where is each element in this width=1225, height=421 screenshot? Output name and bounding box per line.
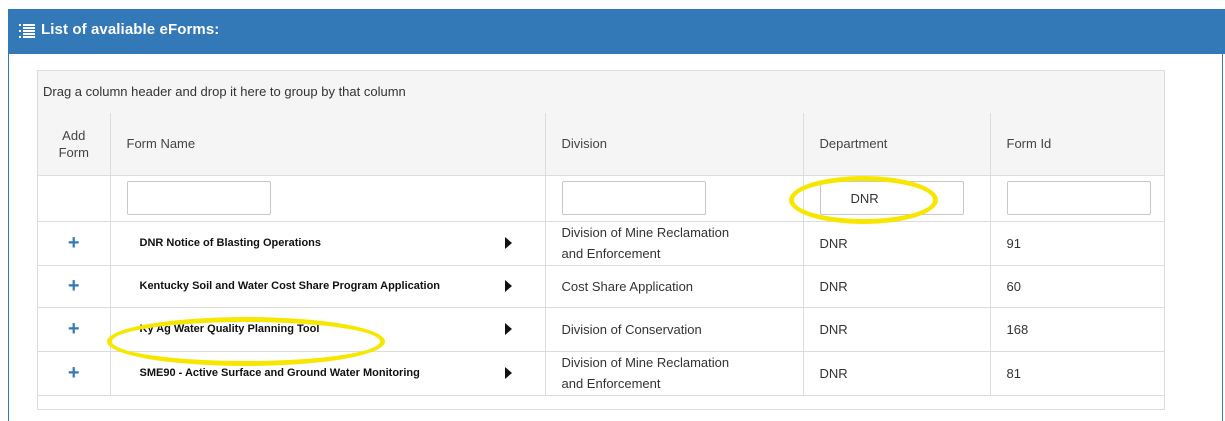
table-row: + DNR Notice of Blasting Operations Divi… — [38, 221, 1165, 266]
form-id-cell: 81 — [990, 351, 1165, 396]
form-name-cell[interactable]: SME90 - Active Surface and Ground Water … — [110, 351, 546, 396]
form-id-filter-input[interactable] — [1006, 181, 1151, 215]
filter-cell-add — [38, 175, 111, 222]
column-header-add-form[interactable]: Add Form — [38, 113, 111, 176]
eforms-grid: Drag a column header and drop it here to… — [37, 70, 1165, 410]
expand-arrow-icon[interactable] — [504, 323, 512, 335]
division-line1: Division of Mine Reclamation — [561, 225, 730, 240]
department-cell: DNR — [803, 221, 991, 266]
form-name-text: DNR Notice of Blasting Operations — [139, 236, 322, 249]
expand-arrow-icon[interactable] — [504, 237, 512, 249]
form-id-cell: 168 — [990, 307, 1165, 352]
column-header-division[interactable]: Division — [545, 113, 804, 176]
department-cell: DNR — [803, 351, 991, 396]
form-name-filter-input[interactable] — [126, 181, 271, 215]
filter-cell-form-id — [990, 175, 1165, 222]
department-cell: DNR — [803, 307, 991, 352]
form-name-text: Kentucky Soil and Water Cost Share Progr… — [139, 279, 441, 292]
expand-arrow-icon[interactable] — [504, 280, 512, 292]
filter-cell-division — [545, 175, 804, 222]
form-id-cell: 60 — [990, 265, 1165, 308]
add-form-button[interactable]: + — [38, 265, 111, 308]
add-form-header-line2: Form — [58, 144, 89, 160]
add-form-button[interactable]: + — [38, 221, 111, 266]
expand-arrow-icon[interactable] — [504, 367, 512, 379]
division-line1: Division of Mine Reclamation — [561, 355, 730, 370]
column-header-form-name[interactable]: Form Name — [110, 113, 546, 176]
table-row: + SME90 - Active Surface and Ground Wate… — [38, 351, 1165, 396]
form-name-text: Ky Ag Water Quality Planning Tool — [139, 322, 320, 335]
filter-cell-form-name — [110, 175, 546, 222]
division-filter-input[interactable] — [561, 181, 706, 215]
division-line2: and Enforcement — [561, 246, 661, 261]
division-cell: Division of Conservation — [545, 307, 804, 352]
column-header-form-id[interactable]: Form Id — [990, 113, 1164, 176]
filter-row — [38, 175, 1165, 222]
division-line2: and Enforcement — [561, 376, 661, 391]
column-header-department[interactable]: Department — [803, 113, 991, 176]
division-cell: Division of Mine Reclamation and Enforcem… — [545, 351, 804, 396]
division-cell: Division of Mine Reclamation and Enforcem… — [545, 221, 804, 266]
list-icon — [19, 24, 35, 38]
add-form-button[interactable]: + — [38, 307, 111, 352]
group-hint-text: Drag a column header and drop it here to… — [43, 84, 406, 99]
filter-cell-department — [803, 175, 991, 222]
add-form-button[interactable]: + — [38, 351, 111, 396]
form-name-cell[interactable]: DNR Notice of Blasting Operations — [110, 221, 546, 266]
form-name-cell[interactable]: Kentucky Soil and Water Cost Share Progr… — [110, 265, 546, 308]
department-cell: DNR — [803, 265, 991, 308]
group-drop-area[interactable]: Drag a column header and drop it here to… — [38, 71, 1164, 114]
add-form-header-line1: Add — [62, 127, 86, 143]
table-row: + Ky Ag Water Quality Planning Tool Divi… — [38, 307, 1165, 352]
form-id-cell: 91 — [990, 221, 1165, 266]
form-name-text: SME90 - Active Surface and Ground Water … — [139, 366, 420, 379]
form-name-cell[interactable]: Ky Ag Water Quality Planning Tool — [110, 307, 546, 352]
panel-title: List of avaliable eForms: — [41, 21, 220, 38]
table-row: + Kentucky Soil and Water Cost Share Pro… — [38, 265, 1165, 308]
eforms-table: Add Form Form Name Division Department Fo… — [38, 113, 1165, 396]
panel-header: List of avaliable eForms: — [8, 9, 1225, 54]
division-cell: Cost Share Application — [545, 265, 804, 308]
header-row: Add Form Form Name Division Department Fo… — [38, 113, 1164, 176]
department-filter-input[interactable] — [819, 181, 964, 215]
